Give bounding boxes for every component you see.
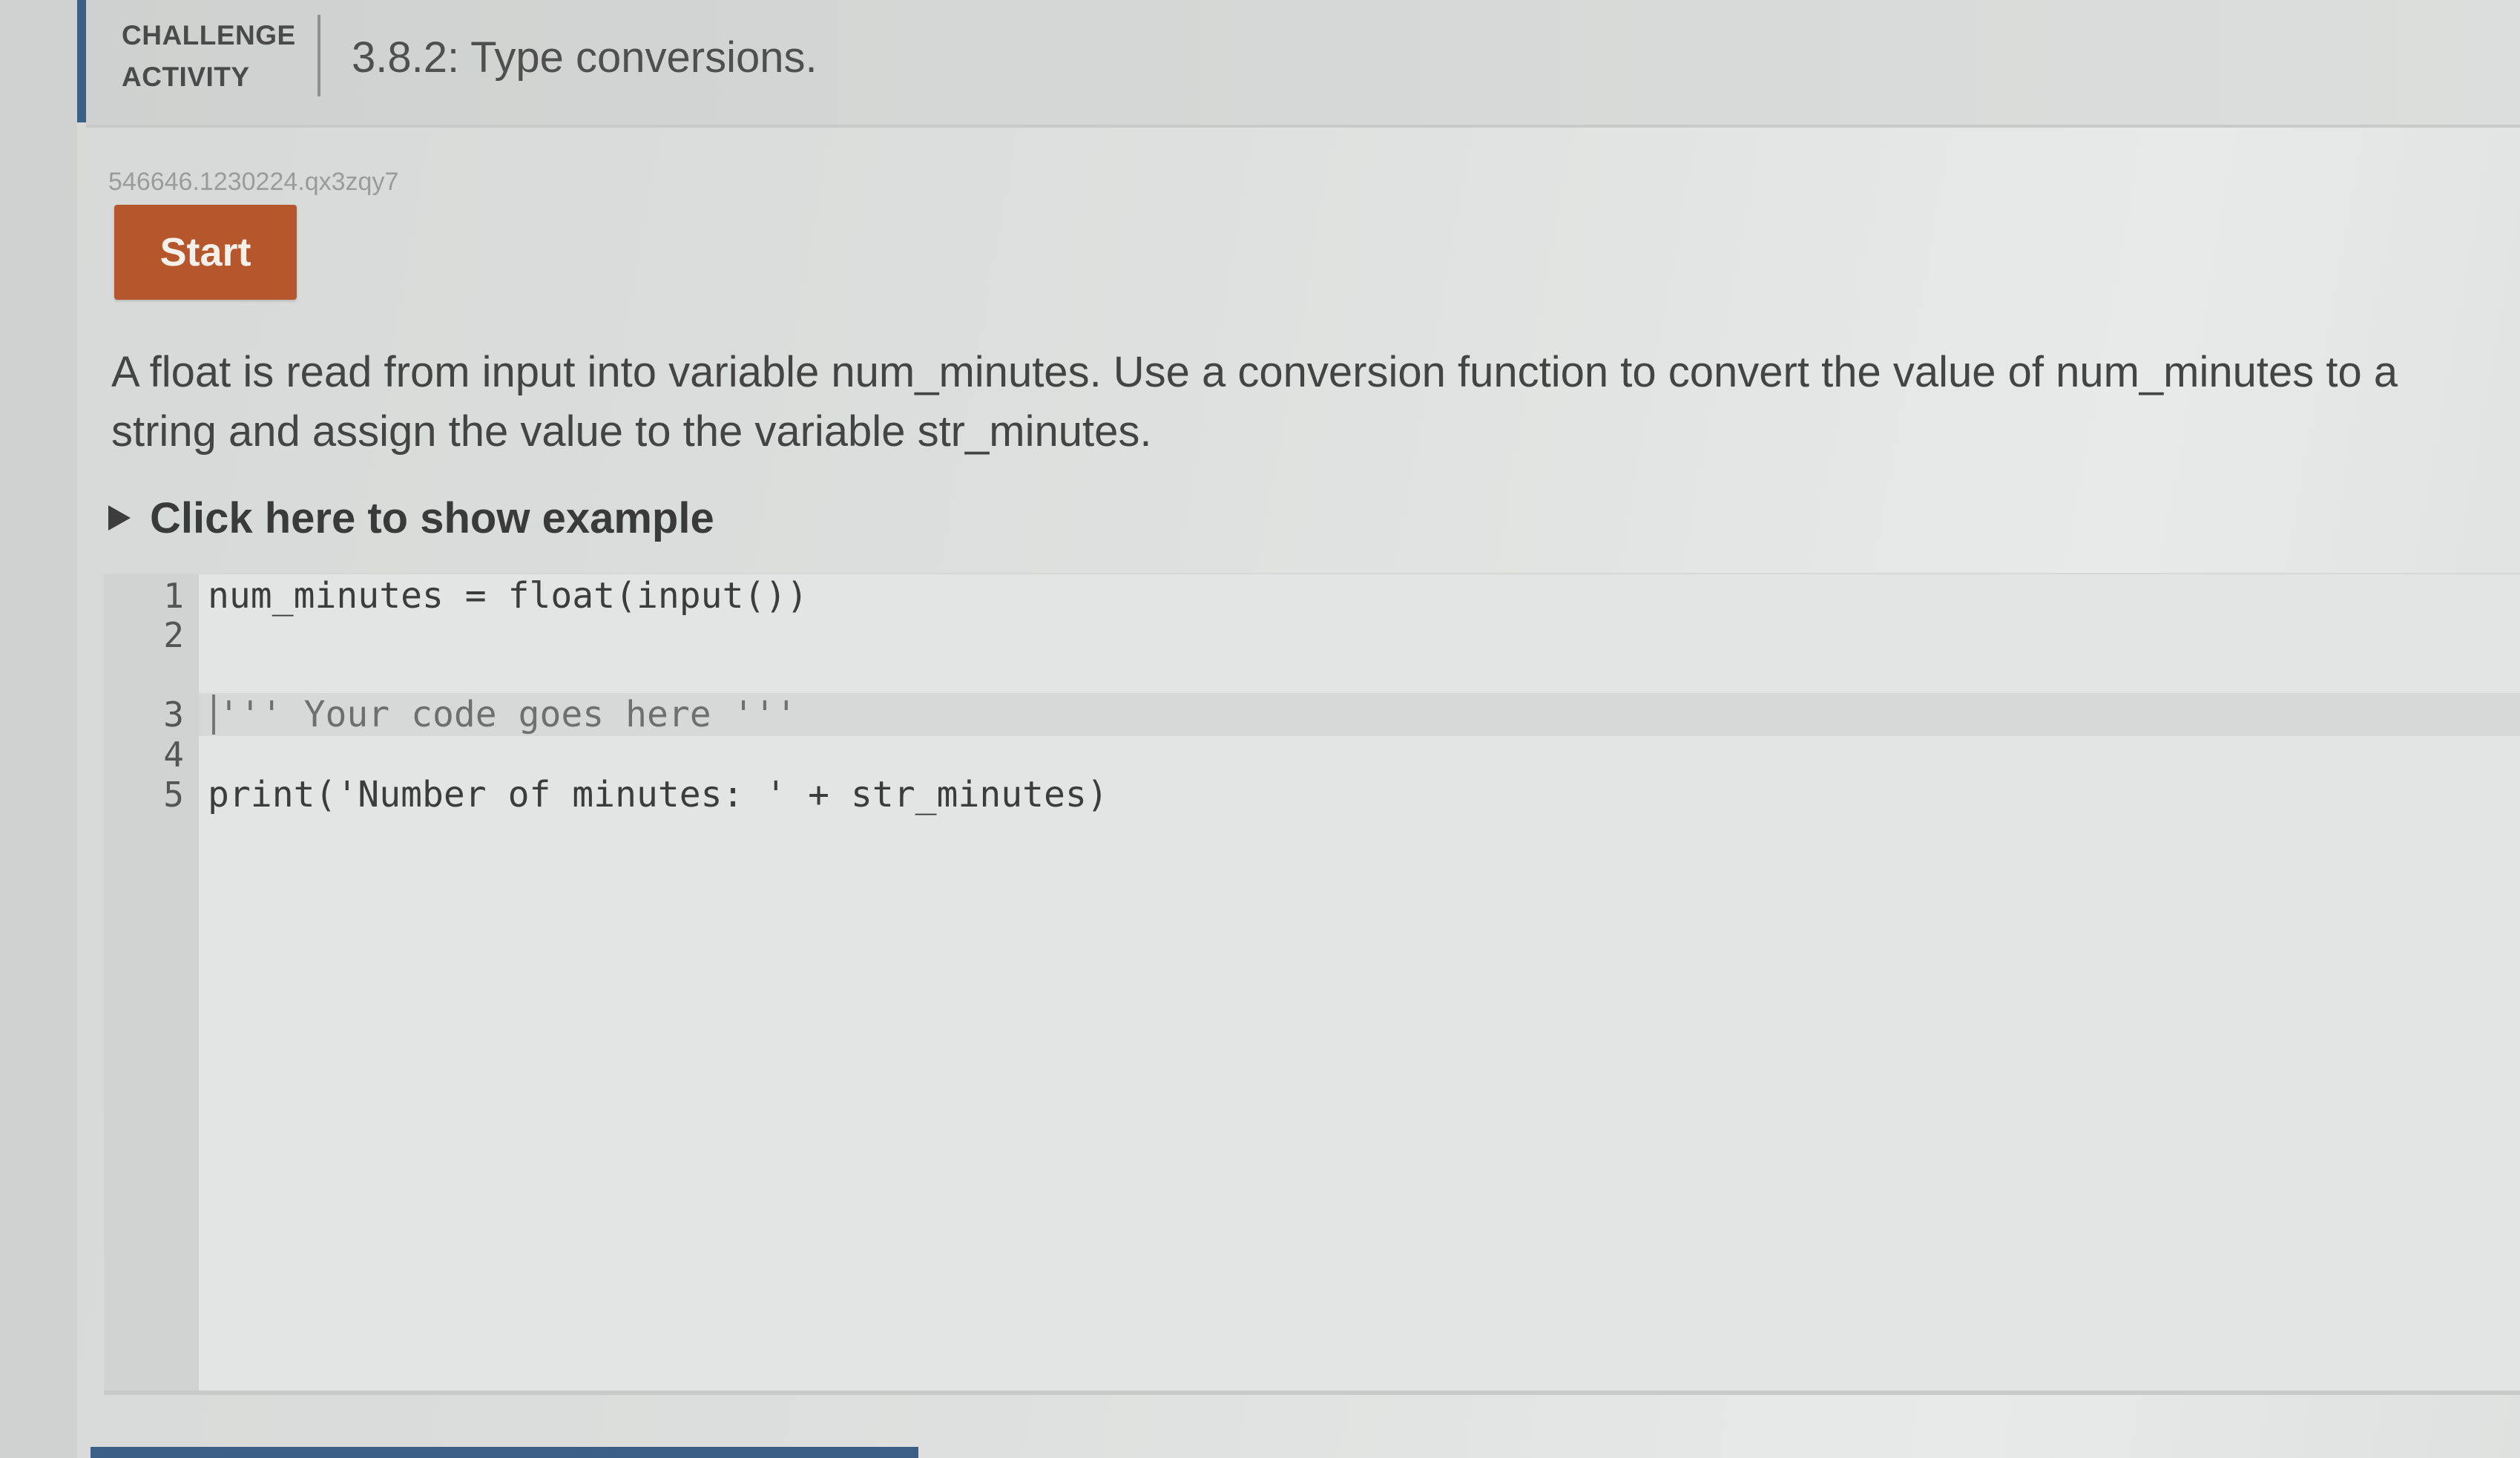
line-number: 2: [163, 615, 184, 655]
show-example-label: Click here to show example: [150, 493, 714, 542]
text-cursor: [212, 694, 215, 735]
instructions-text: A float is read from input into variable…: [111, 348, 2398, 456]
triangle-right-icon: [108, 505, 131, 531]
start-button[interactable]: Start: [114, 205, 297, 300]
challenge-activity-label: CHALLENGE ACTIVITY: [122, 20, 296, 92]
code-line[interactable]: print('Number of minutes: ' + str_minute…: [208, 773, 1108, 816]
left-margin: [0, 0, 77, 1458]
line-number: 5: [163, 775, 184, 815]
code-line-comment[interactable]: ''' Your code goes here ''': [218, 693, 797, 736]
header-divider: [318, 15, 320, 96]
code-line[interactable]: num_minutes = float(input()): [208, 574, 808, 617]
activity-title: 3.8.2: Type conversions.: [352, 33, 817, 82]
line-number: 4: [163, 735, 184, 775]
code-editor[interactable]: 1 2 3 4 5 num_minutes = float(input()) '…: [104, 573, 2520, 1395]
next-activity-accent-bar: [91, 1447, 918, 1458]
line-number: 3: [163, 694, 184, 735]
zybooks-page: CHALLENGE ACTIVITY 3.8.2: Type conversio…: [0, 0, 2520, 1458]
activity-id: 546646.1230224.qx3zqy7: [108, 168, 399, 196]
activity-accent-bar: [77, 0, 86, 122]
show-example-toggle[interactable]: Click here to show example: [108, 488, 714, 548]
line-number: 1: [163, 576, 184, 616]
